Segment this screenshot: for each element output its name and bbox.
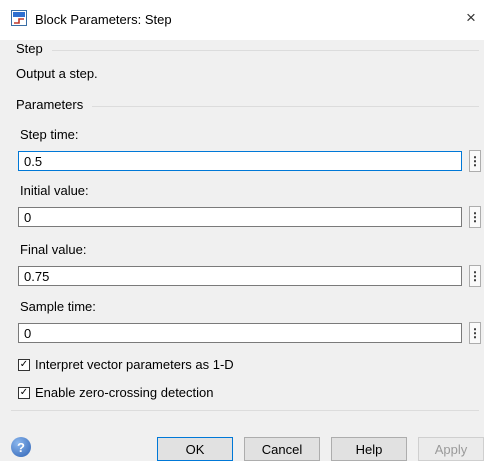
zero-crossing-label[interactable]: Enable zero-crossing detection [35, 385, 214, 400]
footer-divider [11, 410, 479, 411]
sample-time-label: Sample time: [20, 299, 96, 314]
initial-value-menu-icon[interactable]: ⋮ [469, 206, 481, 228]
final-value-menu-icon[interactable]: ⋮ [469, 265, 481, 287]
window-title: Block Parameters: Step [35, 12, 172, 27]
parameters-group-title: Parameters [16, 97, 88, 112]
ok-button[interactable]: OK [157, 437, 233, 461]
block-description: Output a step. [16, 66, 98, 81]
apply-button[interactable]: Apply [418, 437, 484, 461]
final-value-input[interactable] [18, 266, 462, 286]
simulink-block-icon [11, 10, 27, 26]
interpret-vector-label[interactable]: Interpret vector parameters as 1-D [35, 357, 234, 372]
zero-crossing-checkbox[interactable]: ✓ [18, 386, 30, 399]
sample-time-input[interactable] [18, 323, 462, 343]
zero-crossing-checkbox-row[interactable]: ✓ Enable zero-crossing detection [18, 385, 214, 400]
group-divider [92, 106, 479, 107]
initial-value-input[interactable] [18, 207, 462, 227]
initial-value-label: Initial value: [20, 183, 89, 198]
block-group-title: Step [16, 41, 47, 56]
cancel-button[interactable]: Cancel [244, 437, 320, 461]
interpret-vector-checkbox[interactable]: ✓ [18, 358, 30, 371]
step-time-input[interactable] [18, 151, 462, 171]
close-icon[interactable]: × [466, 8, 476, 28]
step-time-menu-icon[interactable]: ⋮ [469, 150, 481, 172]
step-time-label: Step time: [20, 127, 79, 142]
help-button[interactable]: Help [331, 437, 407, 461]
help-question-icon[interactable]: ? [11, 437, 31, 457]
final-value-label: Final value: [20, 242, 87, 257]
title-bar: Block Parameters: Step × [0, 0, 484, 40]
group-divider [52, 50, 479, 51]
sample-time-menu-icon[interactable]: ⋮ [469, 322, 481, 344]
interpret-vector-checkbox-row[interactable]: ✓ Interpret vector parameters as 1-D [18, 357, 234, 372]
